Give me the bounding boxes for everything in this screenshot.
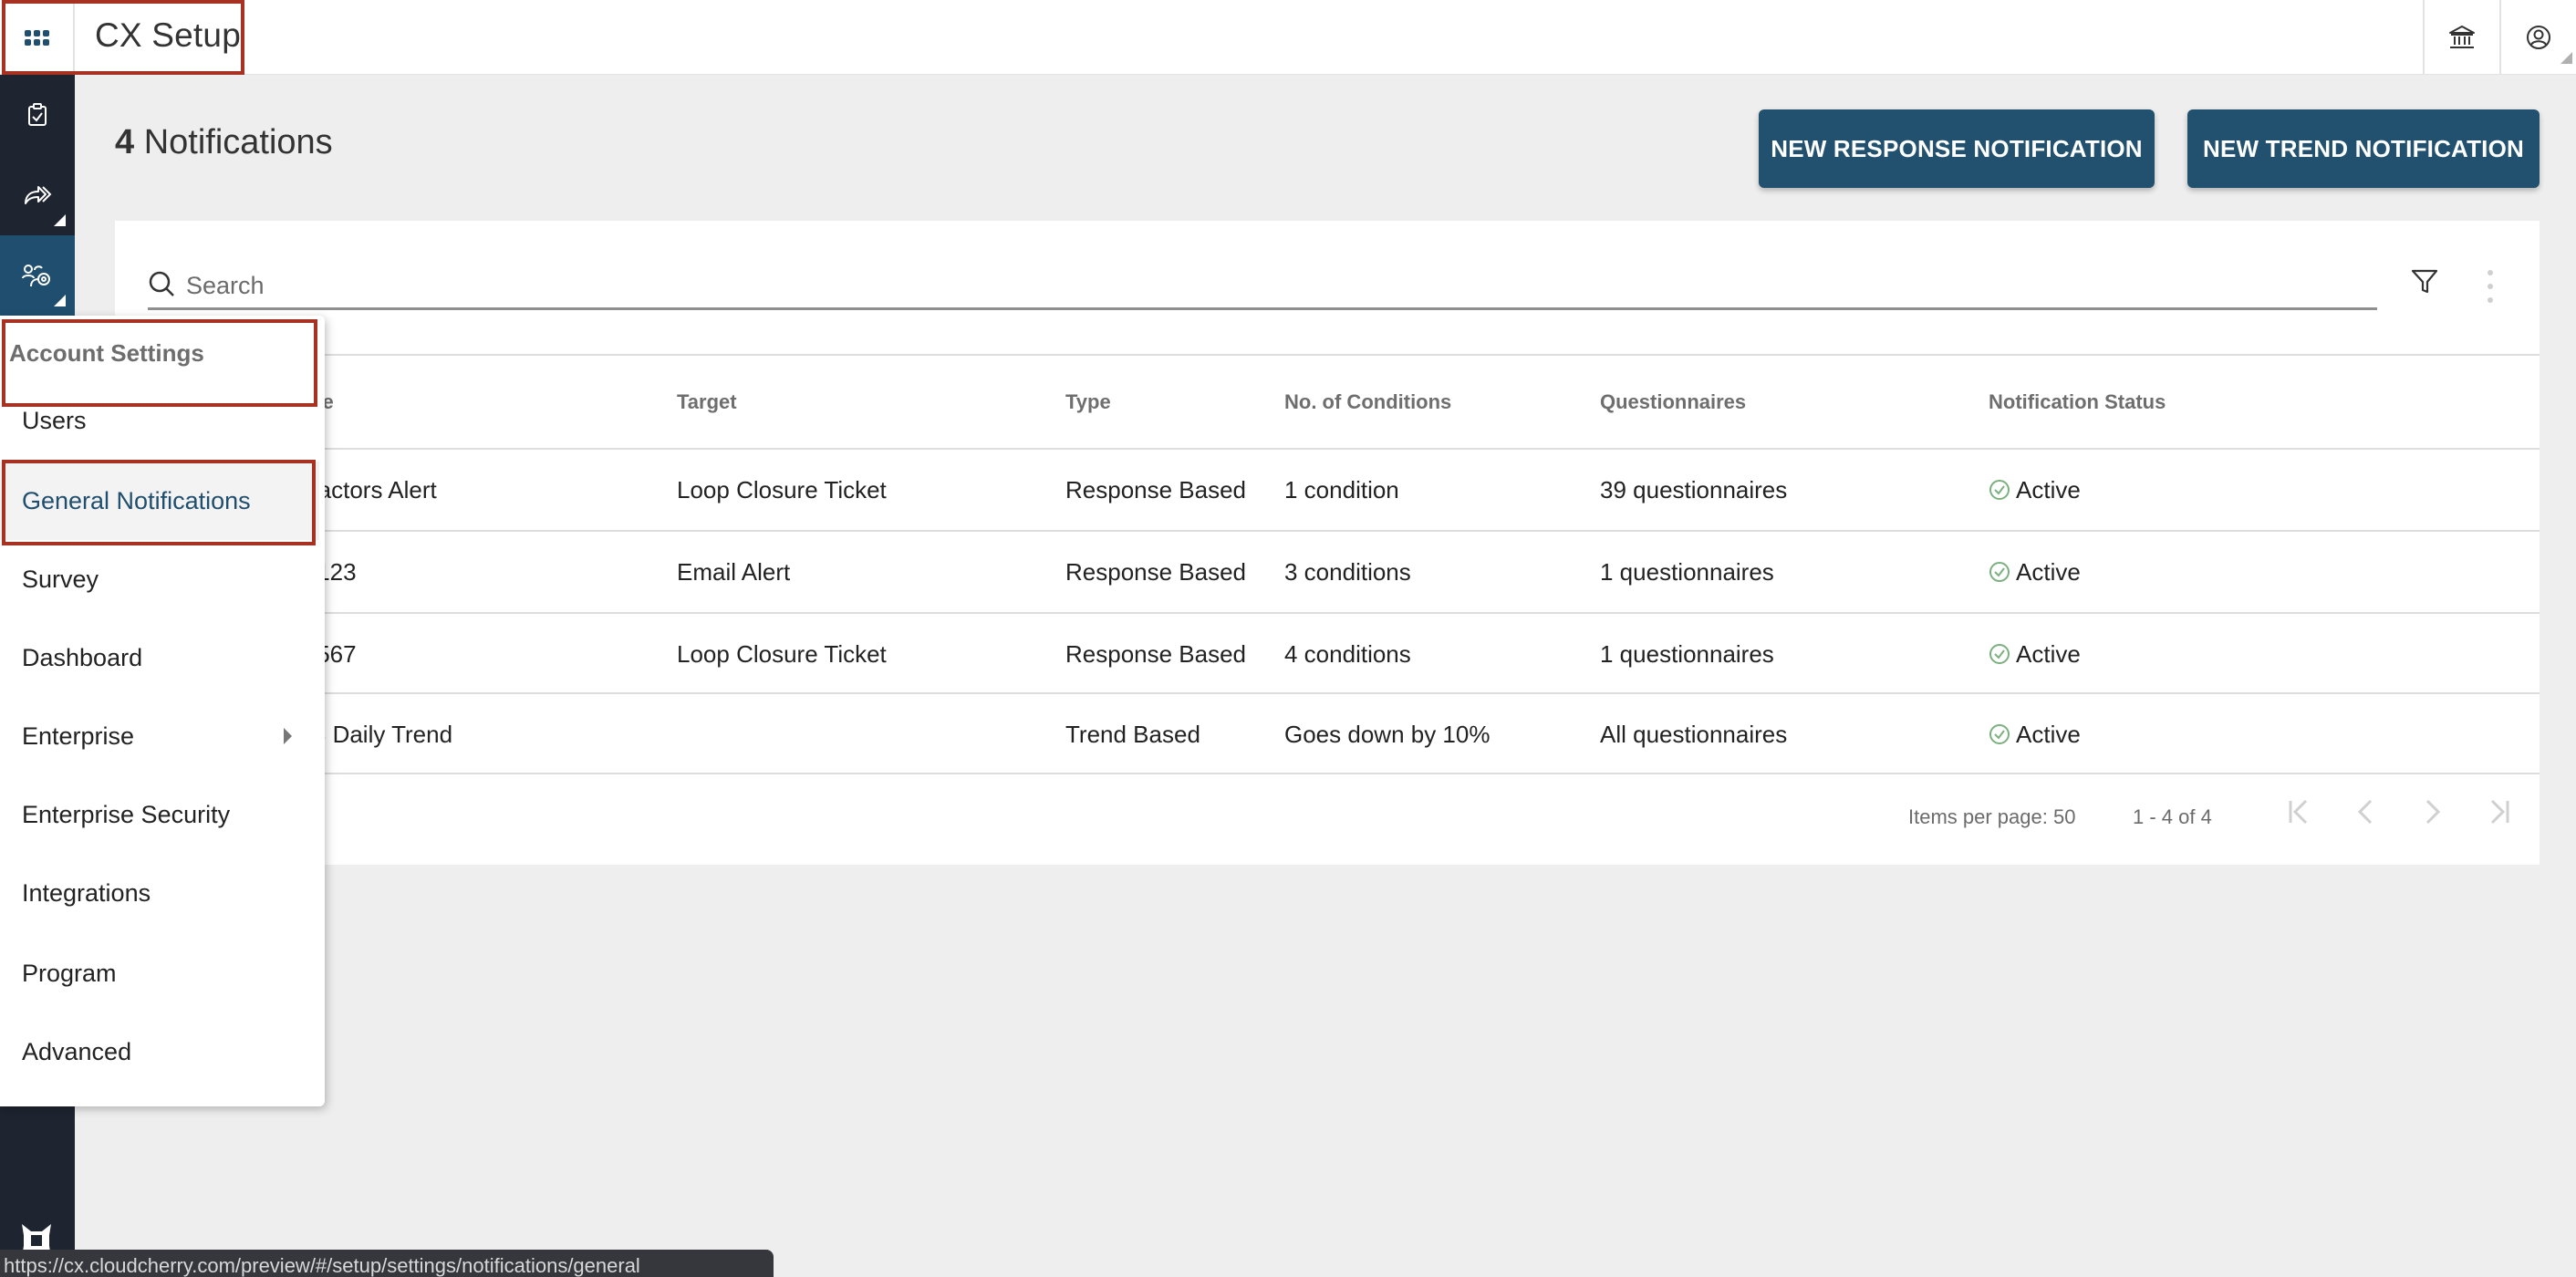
cell-type: Response Based (1065, 640, 1247, 668)
apps-menu-button[interactable] (0, 0, 75, 75)
first-page-button[interactable] (2282, 794, 2319, 830)
kebab-dot (2488, 270, 2493, 275)
page-title-text: Notifications (143, 123, 333, 161)
kebab-dot (2488, 297, 2493, 303)
page-title: 4 Notifications (115, 123, 333, 162)
share-forward-icon (25, 186, 52, 204)
sidebar-item-surveys[interactable] (0, 75, 75, 155)
dropdown-corner-indicator (2560, 52, 2572, 64)
search-field (148, 265, 2377, 310)
cell-status: Active (1989, 614, 2081, 694)
column-header-conditions[interactable]: No. of Conditions (1284, 390, 1451, 414)
menu-item-program[interactable]: Program (0, 934, 319, 1012)
sidebar-item-distribution[interactable] (0, 155, 75, 235)
status-label: Active (2016, 640, 2081, 668)
table-row[interactable]: :123 Email Alert Response Based 3 condit… (115, 532, 2540, 612)
column-header-status[interactable]: Notification Status (1989, 390, 2166, 414)
submenu-indicator (54, 295, 66, 306)
page-range: 1 - 4 of 4 (2133, 805, 2212, 828)
cell-status: Active (1989, 694, 2081, 774)
users-settings-icon (22, 265, 50, 287)
menu-item-integrations[interactable]: Integrations (0, 854, 319, 932)
menu-item-enterprise[interactable]: Enterprise (0, 697, 319, 775)
check-circle-icon (1989, 562, 2010, 582)
clipboard-check-icon (28, 103, 47, 126)
submenu-indicator (54, 214, 66, 226)
kebab-dot (2488, 284, 2493, 289)
institution-button[interactable] (2423, 0, 2499, 75)
more-options-button[interactable] (2481, 270, 2499, 303)
cell-questionnaires: 1 questionnaires (1600, 640, 1774, 668)
filter-icon (2411, 269, 2438, 294)
prev-page-button[interactable] (2348, 794, 2384, 830)
cell-type: Response Based (1065, 558, 1247, 586)
filter-button[interactable] (2410, 266, 2446, 303)
check-circle-icon (1989, 644, 2010, 664)
new-response-notification-button[interactable]: NEW RESPONSE NOTIFICATION (1759, 109, 2155, 188)
cell-conditions: 1 condition (1284, 476, 1399, 504)
account-settings-menu: Account Settings Users General Notificat… (0, 316, 325, 1106)
user-account-button[interactable] (2499, 0, 2576, 75)
last-page-button[interactable] (2479, 794, 2516, 830)
first-page-icon (2289, 799, 2308, 825)
cell-questionnaires: All questionnaires (1600, 721, 1788, 748)
status-label: Active (2016, 721, 2081, 748)
cell-questionnaires: 39 questionnaires (1600, 476, 1788, 504)
search-icon (149, 271, 174, 296)
cell-name: ractors Alert (310, 476, 437, 504)
menu-item-advanced[interactable]: Advanced (0, 1012, 319, 1091)
notifications-card: ne Target Type No. of Conditions Questio… (115, 221, 2540, 865)
column-header-type[interactable]: Type (1065, 390, 1111, 414)
cell-conditions: 4 conditions (1284, 640, 1411, 668)
link-preview-statusbar: https://cx.cloudcherry.com/preview/#/set… (0, 1250, 774, 1277)
last-page-icon (2490, 799, 2509, 825)
menu-item-survey[interactable]: Survey (0, 540, 319, 618)
next-page-button[interactable] (2414, 794, 2450, 830)
cell-target: Email Alert (677, 558, 791, 586)
cell-status: Active (1989, 450, 2081, 530)
cell-target: Loop Closure Ticket (677, 640, 887, 668)
notification-count: 4 (115, 123, 135, 161)
menu-item-users[interactable]: Users (0, 381, 319, 460)
table-row[interactable]: ractors Alert Loop Closure Ticket Respon… (115, 450, 2540, 530)
cell-type: Response Based (1065, 476, 1247, 504)
bank-icon (2449, 26, 2475, 48)
items-per-page[interactable]: Items per page: 50 (1908, 805, 2075, 829)
check-circle-icon (1989, 480, 2010, 500)
divider (115, 773, 2540, 774)
menu-item-enterprise-security[interactable]: Enterprise Security (0, 775, 319, 854)
apps-grid-icon (24, 29, 49, 46)
column-header-questionnaires[interactable]: Questionnaires (1600, 390, 1746, 414)
next-page-icon (2425, 799, 2441, 825)
table-row[interactable]: S Daily Trend Trend Based Goes down by 1… (115, 694, 2540, 774)
user-account-icon (2527, 26, 2550, 49)
sidebar-item-account-settings[interactable] (0, 235, 75, 316)
cell-name: S Daily Trend (310, 721, 453, 748)
app-title: CX Setup (95, 16, 241, 54)
caret-right-icon (284, 728, 292, 744)
divider (115, 354, 2540, 356)
cell-conditions: 3 conditions (1284, 558, 1411, 586)
column-header-target[interactable]: Target (677, 390, 737, 414)
status-label: Active (2016, 558, 2081, 586)
menu-header: Account Settings (9, 339, 204, 367)
cell-type: Trend Based (1065, 721, 1200, 748)
cell-target: Loop Closure Ticket (677, 476, 887, 504)
check-circle-icon (1989, 724, 2010, 744)
menu-item-general-notifications[interactable]: General Notifications (0, 462, 319, 540)
menu-item-dashboard[interactable]: Dashboard (0, 618, 319, 697)
menu-item-label: Enterprise (22, 722, 135, 750)
status-label: Active (2016, 476, 2081, 504)
top-header: CX Setup (0, 0, 2576, 75)
cell-status: Active (1989, 532, 2081, 612)
cell-conditions: Goes down by 10% (1284, 721, 1491, 748)
new-trend-notification-button[interactable]: NEW TREND NOTIFICATION (2187, 109, 2540, 188)
prev-page-icon (2357, 799, 2373, 825)
table-row[interactable]: :567 Loop Closure Ticket Response Based … (115, 614, 2540, 694)
search-input[interactable] (186, 266, 2357, 305)
cell-questionnaires: 1 questionnaires (1600, 558, 1774, 586)
